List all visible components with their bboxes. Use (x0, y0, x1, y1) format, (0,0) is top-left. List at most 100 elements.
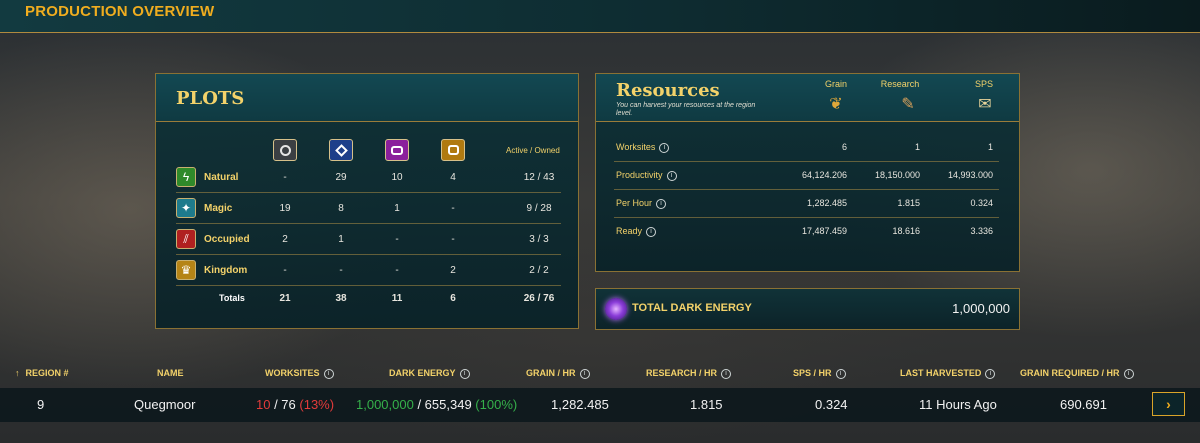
totals-rare: 38 (335, 293, 347, 304)
info-icon[interactable]: i (666, 170, 677, 181)
dark-energy-value: 1,000,000 (952, 301, 1010, 316)
row-label-kingdom: Kingdom (204, 265, 248, 276)
info-icon[interactable]: i (659, 142, 670, 153)
row-label-magic: Magic (204, 203, 233, 214)
legendary-rarity-icon (441, 139, 465, 161)
header-grain-hr[interactable]: GRAIN / HR i (526, 368, 590, 379)
totals-active-owned: 26 / 76 (523, 293, 555, 304)
label-per-hour: Per Hour i (616, 198, 667, 209)
row-label-occupied: Occupied (204, 234, 250, 245)
ready-sps: 3.336 (970, 226, 993, 236)
kingdom-legendary: 2 (450, 265, 456, 276)
label-worksites: Worksites i (616, 142, 670, 153)
worksites-research: 1 (914, 142, 920, 152)
header-last-harvested[interactable]: LAST HARVESTED i (900, 368, 996, 379)
col-header-grain: Grain (824, 79, 847, 89)
open-region-button[interactable]: › (1152, 392, 1185, 416)
epic-rarity-icon (385, 139, 409, 161)
sps-icon: ✉ (978, 96, 992, 113)
occupied-rare: 1 (338, 234, 344, 245)
natural-epic: 10 (391, 172, 403, 183)
resources-subtitle: You can harvest your resources at the re… (616, 102, 756, 117)
divider (176, 285, 561, 286)
per-hour-grain: 1,282.485 (806, 198, 847, 208)
col-header-research: Research (880, 79, 920, 89)
resources-panel-header: Resources You can harvest your resources… (596, 74, 1019, 122)
divider (176, 192, 561, 193)
header-research-hr[interactable]: RESEARCH / HR i (646, 368, 732, 379)
totals-epic: 11 (391, 293, 403, 304)
info-icon[interactable]: i (323, 368, 334, 379)
resources-panel: Resources You can harvest your resources… (595, 73, 1020, 272)
plots-panel: PLOTS Active / Owned ϟ Natural - 29 10 4… (155, 73, 579, 329)
kingdom-epic: - (395, 265, 399, 276)
kingdom-active-owned: 2 / 2 (529, 265, 549, 276)
dark-energy-panel: TOTAL DARK ENERGY 1,000,000 (595, 288, 1020, 330)
worksites-sps: 1 (987, 142, 993, 152)
worksites-grain: 6 (841, 142, 847, 152)
rare-rarity-icon (329, 139, 353, 161)
magic-common: 19 (279, 203, 291, 214)
kingdom-rare: - (339, 265, 343, 276)
per-hour-sps: 0.324 (970, 198, 993, 208)
kingdom-common: - (283, 265, 287, 276)
totals-label: Totals (219, 293, 245, 303)
kingdom-icon: ♛ (176, 260, 196, 280)
header-worksites[interactable]: WORKSITES i (265, 368, 334, 379)
productivity-sps: 14,993.000 (947, 170, 993, 180)
header-region[interactable]: ↑ REGION # (15, 368, 69, 378)
totals-common: 21 (279, 293, 291, 304)
header-sps-hr[interactable]: SPS / HR i (793, 368, 846, 379)
header-dark-energy[interactable]: DARK ENERGY i (389, 368, 470, 379)
occupied-common: 2 (282, 234, 288, 245)
plots-panel-header: PLOTS (156, 74, 578, 122)
header-grain-required[interactable]: GRAIN REQUIRED / HR i (1020, 368, 1134, 379)
info-icon[interactable]: i (579, 368, 590, 379)
occupied-legendary: - (451, 234, 455, 245)
occupied-epic: - (395, 234, 399, 245)
resources-title: Resources (616, 80, 720, 101)
col-header-sps: SPS (974, 79, 993, 89)
grain-icon: ❦ (829, 96, 843, 113)
divider (614, 189, 999, 190)
magic-icon: ✦ (176, 198, 196, 218)
info-icon[interactable]: i (985, 368, 996, 379)
top-bar: PRODUCTION OVERVIEW (0, 0, 1200, 33)
header-name[interactable]: NAME (157, 368, 184, 378)
occupied-icon: ⫽ (176, 229, 196, 249)
productivity-research: 18,150.000 (874, 170, 920, 180)
info-icon[interactable]: i (656, 198, 667, 209)
natural-rare: 29 (335, 172, 347, 183)
region-dark-energy: 1,000,000 / 655,349 (100%) (356, 397, 518, 412)
common-rarity-icon (273, 139, 297, 161)
divider (176, 223, 561, 224)
dark-energy-label: TOTAL DARK ENERGY (632, 302, 752, 314)
info-icon[interactable]: i (835, 368, 846, 379)
divider (176, 254, 561, 255)
per-hour-research: 1.815 (897, 198, 920, 208)
info-icon[interactable]: i (721, 368, 732, 379)
natural-icon: ϟ (176, 167, 196, 187)
plots-title: PLOTS (176, 88, 245, 109)
region-sps-hr: 0.324 (815, 397, 848, 412)
region-grain-required: 690.691 (1060, 397, 1107, 412)
info-icon[interactable]: i (646, 226, 657, 237)
research-icon: ✎ (901, 96, 915, 113)
natural-legendary: 4 (450, 172, 456, 183)
info-icon[interactable]: i (1123, 368, 1134, 379)
region-number: 9 (37, 397, 45, 412)
occupied-active-owned: 3 / 3 (529, 234, 549, 245)
natural-common: - (283, 172, 287, 183)
divider (614, 161, 999, 162)
magic-active-owned: 9 / 28 (526, 203, 552, 214)
label-ready: Ready i (616, 226, 657, 237)
natural-active-owned: 12 / 43 (523, 172, 555, 183)
row-label-natural: Natural (204, 172, 239, 183)
ready-research: 18.616 (892, 226, 920, 236)
region-research-hr: 1.815 (690, 397, 723, 412)
info-icon[interactable]: i (459, 368, 470, 379)
region-name: Quegmoor (134, 397, 196, 412)
divider (614, 217, 999, 218)
totals-legendary: 6 (450, 293, 456, 304)
region-last-harvested: 11 Hours Ago (919, 397, 997, 412)
